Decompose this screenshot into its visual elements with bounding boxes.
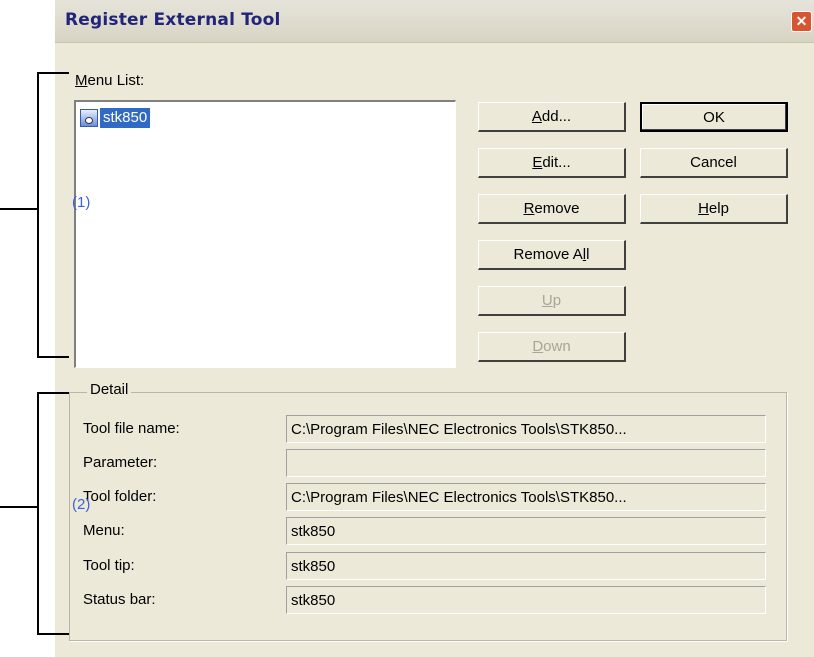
tool-tip-label: Tool tip: xyxy=(83,557,135,574)
menu-list-label-rest: enu List: xyxy=(87,72,145,89)
menu-list-box[interactable]: stk850 xyxy=(74,100,456,368)
menu-field[interactable]: stk850 xyxy=(286,517,766,545)
tool-file-name-label: Tool file name: xyxy=(83,420,180,437)
bracket-2-top xyxy=(37,392,69,394)
bracket-2-bottom xyxy=(37,633,69,635)
tool-folder-label: Tool folder: xyxy=(83,488,157,505)
tool-icon xyxy=(80,109,98,127)
bracket-2-pointer xyxy=(0,506,38,508)
up-button[interactable]: Up xyxy=(478,286,626,316)
detail-group-title: Detail xyxy=(87,381,132,398)
help-button[interactable]: Help xyxy=(640,194,788,224)
close-button[interactable]: ✕ xyxy=(791,11,812,32)
menu-label: Menu: xyxy=(83,522,125,539)
menu-list-mnemonic: M xyxy=(75,72,88,89)
annotation-1: (1) xyxy=(72,194,91,211)
edit-button[interactable]: Edit... xyxy=(478,148,626,178)
bracket-1-bottom xyxy=(37,356,69,358)
down-button[interactable]: Down xyxy=(478,332,626,362)
bracket-1-line xyxy=(37,72,39,358)
status-bar-label: Status bar: xyxy=(83,591,156,608)
tool-folder-field[interactable]: C:\Program Files\NEC Electronics Tools\S… xyxy=(286,483,766,511)
cancel-button[interactable]: Cancel xyxy=(640,148,788,178)
menu-list-label: Menu List: xyxy=(75,72,144,89)
annotation-2: (2) xyxy=(72,496,91,513)
tool-file-name-field[interactable]: C:\Program Files\NEC Electronics Tools\S… xyxy=(286,415,766,443)
parameter-label: Parameter: xyxy=(83,454,158,471)
tool-tip-field[interactable]: stk850 xyxy=(286,552,766,580)
bracket-1-pointer xyxy=(0,208,38,210)
bracket-1-top xyxy=(37,72,69,74)
list-item-label: stk850 xyxy=(100,108,151,128)
bracket-2-line xyxy=(37,392,39,635)
list-item[interactable]: stk850 xyxy=(80,107,151,129)
parameter-field[interactable] xyxy=(286,449,766,477)
ok-button[interactable]: OK xyxy=(640,102,788,132)
add-button[interactable]: Add... xyxy=(478,102,626,132)
dialog-title: Register External Tool xyxy=(65,10,281,30)
remove-button[interactable]: Remove xyxy=(478,194,626,224)
remove-all-button[interactable]: Remove All xyxy=(478,240,626,270)
status-bar-field[interactable]: stk850 xyxy=(286,586,766,614)
